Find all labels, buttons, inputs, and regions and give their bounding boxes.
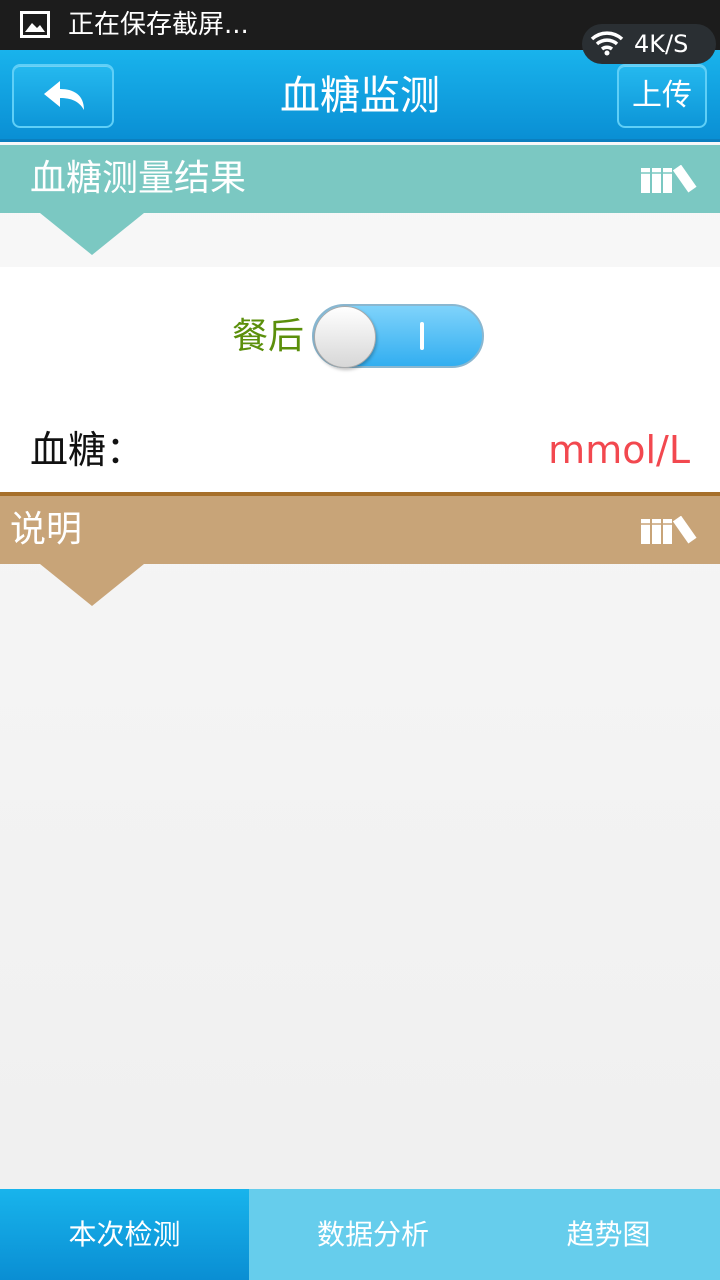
toggle-on-mark-icon [420, 322, 424, 350]
books-icon[interactable] [640, 516, 698, 546]
result-banner-pointer [40, 213, 144, 255]
status-notification: 正在保存截屏... [68, 10, 249, 40]
page-title: 血糖监测 [280, 73, 440, 119]
result-section-banner: 血糖测量结果 [0, 145, 720, 255]
toggle-knob[interactable] [314, 306, 376, 368]
meal-state-label: 餐后 [232, 316, 305, 357]
back-button[interactable] [12, 64, 114, 128]
upload-button[interactable]: 上传 [617, 64, 707, 128]
description-section-banner: 说明 [0, 492, 720, 606]
result-panel: 餐后 血糖： mmol/L [0, 267, 720, 492]
tab-trend-chart[interactable]: 趋势图 [497, 1189, 720, 1280]
network-indicator: 4K/S [582, 24, 716, 64]
result-section-title: 血糖测量结果 [30, 158, 247, 199]
network-speed: 4K/S [634, 30, 689, 58]
wifi-icon [590, 31, 624, 56]
screenshot-image-icon [20, 11, 50, 38]
glucose-unit: mmol/L [548, 428, 690, 472]
books-icon[interactable] [640, 165, 698, 195]
description-banner-pointer [40, 564, 144, 606]
glucose-label: 血糖： [30, 428, 145, 472]
back-arrow-icon [44, 81, 84, 110]
meal-state-toggle[interactable] [312, 304, 484, 368]
description-section-title: 说明 [10, 509, 83, 550]
tab-data-analysis[interactable]: 数据分析 [249, 1189, 497, 1280]
bottom-tab-bar: 本次检测 数据分析 趋势图 [0, 1189, 720, 1280]
tab-current-test[interactable]: 本次检测 [0, 1189, 249, 1280]
